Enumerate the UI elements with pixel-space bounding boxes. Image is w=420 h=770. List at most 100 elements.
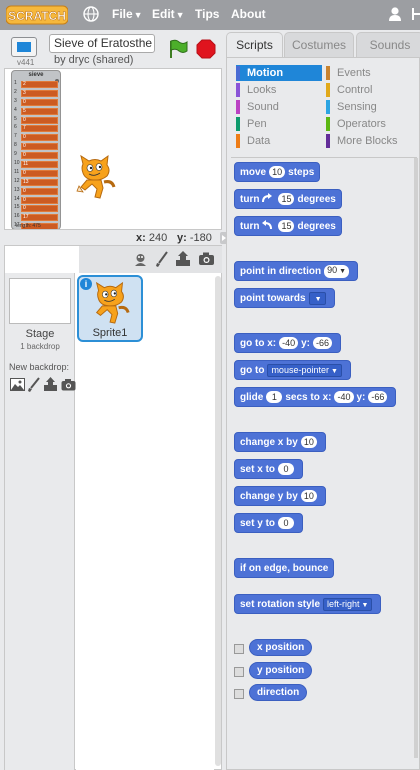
tab-scripts[interactable]: Scripts xyxy=(226,32,283,58)
set-y-input[interactable]: 0 xyxy=(278,517,295,529)
fullscreen-toggle-button[interactable] xyxy=(11,37,37,57)
category-sensing[interactable]: Sensing xyxy=(326,99,412,115)
choose-sprite-from-library-icon[interactable] xyxy=(133,252,148,267)
block-go-to[interactable]: go to mouse-pointer ▼ xyxy=(234,360,351,380)
backdrop-library-icon[interactable] xyxy=(10,378,25,391)
direction-checkbox[interactable] xyxy=(234,689,244,699)
paint-backdrop-icon[interactable] xyxy=(28,377,40,392)
list-item-index: 11 xyxy=(14,168,20,175)
category-pen[interactable]: Pen xyxy=(236,116,322,132)
degrees-input[interactable]: 15 xyxy=(278,193,295,205)
secs-input[interactable]: 1 xyxy=(266,391,283,403)
list-item-value[interactable]: 3 xyxy=(21,89,58,97)
sprite-list-scrollbar[interactable] xyxy=(215,276,221,766)
category-looks[interactable]: Looks xyxy=(236,82,322,98)
chevron-down-icon: ▼ xyxy=(133,10,143,20)
about-menu[interactable]: About xyxy=(231,7,266,21)
sprite-list: i Sprite1 xyxy=(76,273,214,770)
block-text: y: xyxy=(356,391,366,403)
stop-sign-icon[interactable] xyxy=(196,39,216,59)
block-set-y[interactable]: set y to 0 xyxy=(234,513,304,533)
tips-menu[interactable]: Tips xyxy=(195,7,219,21)
list-item-value[interactable]: 0 xyxy=(21,116,58,124)
reporter-direction[interactable]: direction xyxy=(249,684,308,701)
category-data[interactable]: Data xyxy=(236,133,322,149)
list-item-value[interactable]: 13 xyxy=(21,178,58,186)
block-glide[interactable]: glide 1 secs to x: -40 y: -66 xyxy=(234,387,397,407)
category-color-swatch xyxy=(326,134,330,148)
stage-thumbnail[interactable] xyxy=(9,278,71,324)
category-motion[interactable]: Motion xyxy=(236,65,322,81)
y-input[interactable]: -66 xyxy=(313,337,333,349)
towards-dropdown[interactable]: ▼ xyxy=(308,291,326,305)
camera-icon[interactable] xyxy=(198,252,215,266)
x-input[interactable]: -40 xyxy=(279,337,299,349)
category-sound[interactable]: Sound xyxy=(236,99,322,115)
list-item-value[interactable]: 7 xyxy=(21,125,58,133)
category-more-blocks[interactable]: More Blocks xyxy=(326,133,412,149)
x-position-checkbox[interactable] xyxy=(234,644,244,654)
tab-costumes[interactable]: Costumes xyxy=(284,32,354,58)
upload-backdrop-icon[interactable] xyxy=(43,377,58,392)
list-item-value[interactable]: 0 xyxy=(21,169,58,177)
go-to-target-dropdown[interactable]: mouse-pointer ▼ xyxy=(267,363,342,377)
block-set-rotation-style[interactable]: set rotation style left-right ▼ xyxy=(234,594,382,614)
tab-sounds[interactable]: Sounds xyxy=(356,32,420,58)
list-item-value[interactable]: 11 xyxy=(21,161,58,169)
category-events[interactable]: Events xyxy=(326,65,412,81)
block-if-on-edge-bounce[interactable]: if on edge, bounce xyxy=(234,558,335,578)
x-input[interactable]: -40 xyxy=(334,391,354,403)
upload-sprite-icon[interactable] xyxy=(175,251,191,267)
list-rows: 1 2 2 3 3 0 4 5 5 0 6 7 7 0 8 0 9 0 10 11 11 0 12 13 13 0 14 0 15 0 16… xyxy=(14,80,58,229)
list-item-value[interactable]: 0 xyxy=(21,98,58,106)
list-item-value[interactable]: 17 xyxy=(21,214,58,222)
edit-menu[interactable]: Edit▼ xyxy=(152,7,185,21)
language-globe-icon[interactable] xyxy=(82,5,100,23)
category-control[interactable]: Control xyxy=(326,82,412,98)
sprite-tile-sprite1[interactable]: i Sprite1 xyxy=(77,275,143,342)
user-icon[interactable] xyxy=(388,6,402,22)
reporter-y-position[interactable]: y position xyxy=(249,662,313,679)
block-point-towards[interactable]: point towards ▼ xyxy=(234,288,335,308)
steps-input[interactable]: 10 xyxy=(269,166,286,178)
new-backdrop-label: New backdrop: xyxy=(9,362,70,372)
list-item-value[interactable]: 2 xyxy=(21,81,58,88)
list-item-value[interactable]: 5 xyxy=(21,107,58,115)
list-item-value[interactable]: 0 xyxy=(21,134,58,142)
block-move-steps[interactable]: move 10 steps xyxy=(234,162,321,182)
scratch-logo[interactable]: SCRATCH xyxy=(6,4,68,26)
list-item-value[interactable]: 0 xyxy=(21,187,58,195)
block-point-in-direction[interactable]: point in direction 90 ▼ xyxy=(234,261,359,281)
file-menu[interactable]: File▼ xyxy=(112,7,143,21)
set-x-input[interactable]: 0 xyxy=(278,463,295,475)
stage-canvas[interactable]: sieve 1 2 2 3 3 0 4 5 5 0 6 7 7 0 8 0 9 0 10 11 11 0 12 13 13 0 14… xyxy=(4,68,222,230)
block-change-y[interactable]: change y by 10 xyxy=(234,486,326,506)
y-position-checkbox[interactable] xyxy=(234,667,244,677)
change-y-input[interactable]: 10 xyxy=(300,490,317,502)
block-turn-left[interactable]: turn 15 degrees xyxy=(234,216,342,236)
category-operators[interactable]: Operators xyxy=(326,116,412,132)
list-item-value[interactable]: 0 xyxy=(21,196,58,204)
block-go-to-xy[interactable]: go to x: -40 y: -66 xyxy=(234,333,342,353)
cat-sprite-on-stage[interactable] xyxy=(75,154,117,200)
list-item-value[interactable]: 0 xyxy=(21,205,58,213)
y-input[interactable]: -66 xyxy=(368,391,388,403)
reporter-x-position[interactable]: x position xyxy=(249,639,313,656)
account-menu-icon[interactable] xyxy=(410,6,420,22)
block-change-x[interactable]: change x by 10 xyxy=(234,432,326,452)
stage-selector[interactable]: Stage 1 backdrop New backdrop: xyxy=(5,273,76,770)
paint-brush-icon[interactable] xyxy=(155,251,169,267)
degrees-input[interactable]: 15 xyxy=(278,220,295,232)
rotation-style-dropdown[interactable]: left-right ▼ xyxy=(323,597,373,611)
green-flag-icon[interactable] xyxy=(167,38,189,60)
list-item-index: 7 xyxy=(14,133,17,140)
list-item-value[interactable]: 0 xyxy=(21,152,58,160)
list-item-value[interactable]: 0 xyxy=(21,143,58,151)
block-set-x[interactable]: set x to 0 xyxy=(234,459,304,479)
direction-dropdown[interactable]: 90 ▼ xyxy=(324,264,350,278)
backdrop-camera-icon[interactable] xyxy=(61,379,76,391)
project-title-input[interactable]: Sieve of Eratosthe xyxy=(49,34,155,53)
change-x-input[interactable]: 10 xyxy=(300,436,317,448)
palette-scrollbar[interactable] xyxy=(414,158,418,758)
block-turn-right[interactable]: turn 15 degrees xyxy=(234,189,342,209)
